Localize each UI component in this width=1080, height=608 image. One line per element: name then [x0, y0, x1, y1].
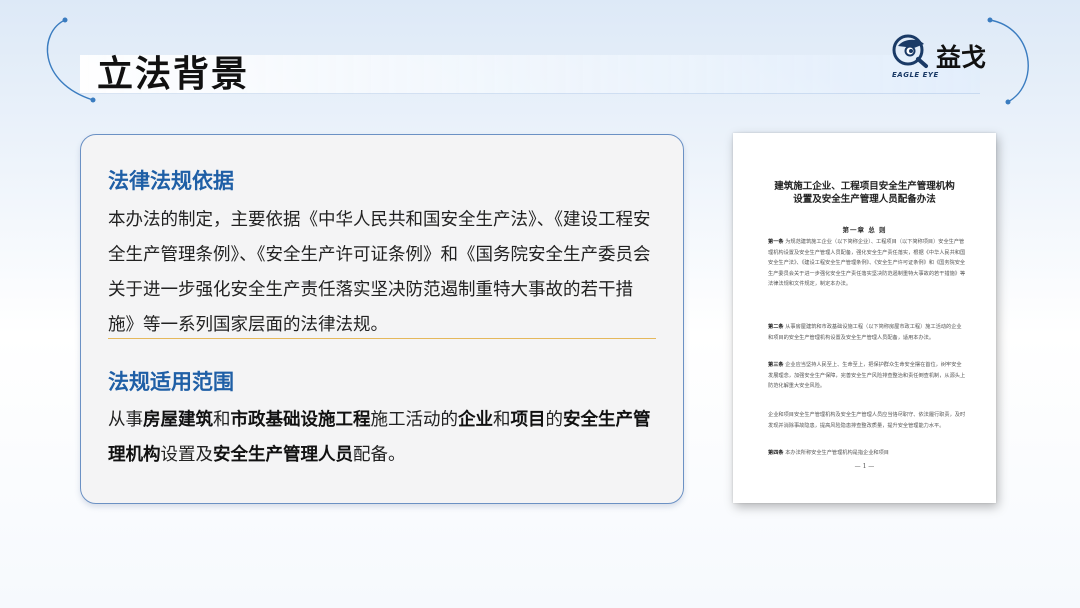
section-title-legal-basis: 法律法规依据 [108, 169, 234, 193]
logo-text: 益戈 [936, 43, 987, 72]
highlight-staff: 安全生产管理人员 [213, 445, 353, 465]
highlight-project: 项目 [510, 410, 546, 430]
document-preview: 建筑施工企业、工程项目安全生产管理机构 设置及安全生产管理人员配备办法 第一章 … [733, 133, 996, 503]
section-body-legal-basis: 本办法的制定，主要依据《中华人民共和国安全生产法》、《建设工程安全生产管理条例》… [108, 210, 651, 335]
logo: 益戈 EAGLE EYE [884, 30, 1009, 84]
highlight-municipal: 市政基础设施工程 [230, 410, 371, 430]
section-body-scope: 从事房屋建筑和市政基础设施工程施工活动的企业和项目的安全生产管理机构设置及安全生… [108, 410, 651, 465]
document-chapter: 第一章 总 则 [842, 226, 887, 234]
document-paragraph: 第一条 为规范建筑施工企业（以下简称企业）、工程项目（以下简称项目）安全生产管理… [768, 239, 966, 288]
page-title: 立法背景 [97, 54, 250, 95]
document-paragraph: 第二条 从事房屋建筑和市政基础设施工程（以下简称房屋市政工程）施工活动的企业和项… [768, 324, 962, 341]
document-title-line2: 设置及安全生产管理人员配备办法 [793, 194, 936, 205]
document-paragraph: 第三条 企业应当坚持人民至上、生命至上，把保护群众生命安全摆在首位，树牢安全发展… [768, 362, 966, 390]
document-paragraph: 企业和项目安全生产管理机构及安全生产管理人员应当恪尽职守、依法履行职责，及时发现… [768, 412, 966, 429]
eagle-eye-icon [892, 34, 928, 68]
highlight-enterprise: 企业 [458, 410, 493, 430]
section-divider [108, 338, 656, 339]
logo-subtext: EAGLE EYE [892, 71, 939, 79]
document-title-line1: 建筑施工企业、工程项目安全生产管理机构 [774, 181, 955, 192]
content-card: 法律法规依据 本办法的制定，主要依据《中华人民共和国安全生产法》、《建设工程安全… [80, 134, 684, 504]
highlight-housing: 房屋建筑 [143, 410, 213, 430]
section-title-scope: 法规适用范围 [108, 370, 234, 394]
document-page-number: — 1 — [854, 463, 875, 470]
document-paragraph: 第四条 本办法所称安全生产管理机构是指企业和项目 [768, 450, 889, 456]
